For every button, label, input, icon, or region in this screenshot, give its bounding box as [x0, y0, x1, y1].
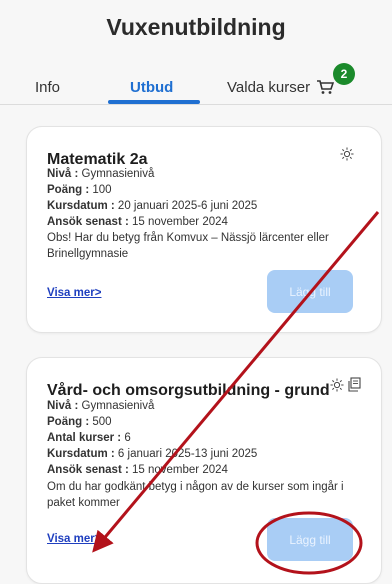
course-dates: Kursdatum : 6 januari 2025-13 juni 2025	[47, 448, 258, 460]
tab-utbud[interactable]: Utbud	[130, 79, 173, 96]
sun-icon	[340, 147, 354, 161]
show-more-link[interactable]: Visa mer>	[47, 287, 101, 299]
sun-icon	[330, 378, 344, 392]
course-count: Antal kurser : 6	[47, 432, 131, 444]
course-title: Vård- och omsorgsutbildning - grund	[47, 382, 330, 399]
course-level: Nivå : Gymnasienivå	[47, 400, 155, 412]
course-title: Matematik 2a	[47, 151, 148, 168]
cart-icon[interactable]	[316, 79, 334, 95]
course-card: Matematik 2a Nivå : Gymnasienivå Poäng :…	[26, 126, 382, 333]
cart-count-badge: 2	[333, 63, 355, 85]
copy-icon	[348, 377, 361, 392]
course-dates: Kursdatum : 20 januari 2025-6 juni 2025	[47, 200, 258, 212]
tab-info[interactable]: Info	[35, 79, 60, 96]
course-note: Obs! Har du betyg från Komvux – Nässjö l…	[47, 232, 329, 260]
active-tab-indicator	[108, 100, 200, 104]
course-points: Poäng : 100	[47, 184, 112, 196]
course-card: Vård- och omsorgsutbildning - grund Nivå…	[26, 357, 382, 584]
apply-deadline: Ansök senast : 15 november 2024	[47, 216, 228, 228]
tab-valda-kurser[interactable]: Valda kurser	[227, 79, 310, 96]
course-level: Nivå : Gymnasienivå	[47, 168, 155, 180]
app-header: Vuxenutbildning Info Utbud Valda kurser …	[0, 0, 392, 105]
apply-deadline: Ansök senast : 15 november 2024	[47, 464, 228, 476]
page-title: Vuxenutbildning	[106, 14, 286, 40]
course-note: Om du har godkänt betyg i någon av de ku…	[47, 481, 344, 509]
add-course-button[interactable]: Lägg till	[267, 518, 353, 561]
course-points: Poäng : 500	[47, 416, 112, 428]
show-more-link[interactable]: Visa mer>	[47, 533, 101, 545]
add-course-button[interactable]: Lägg till	[267, 270, 353, 313]
